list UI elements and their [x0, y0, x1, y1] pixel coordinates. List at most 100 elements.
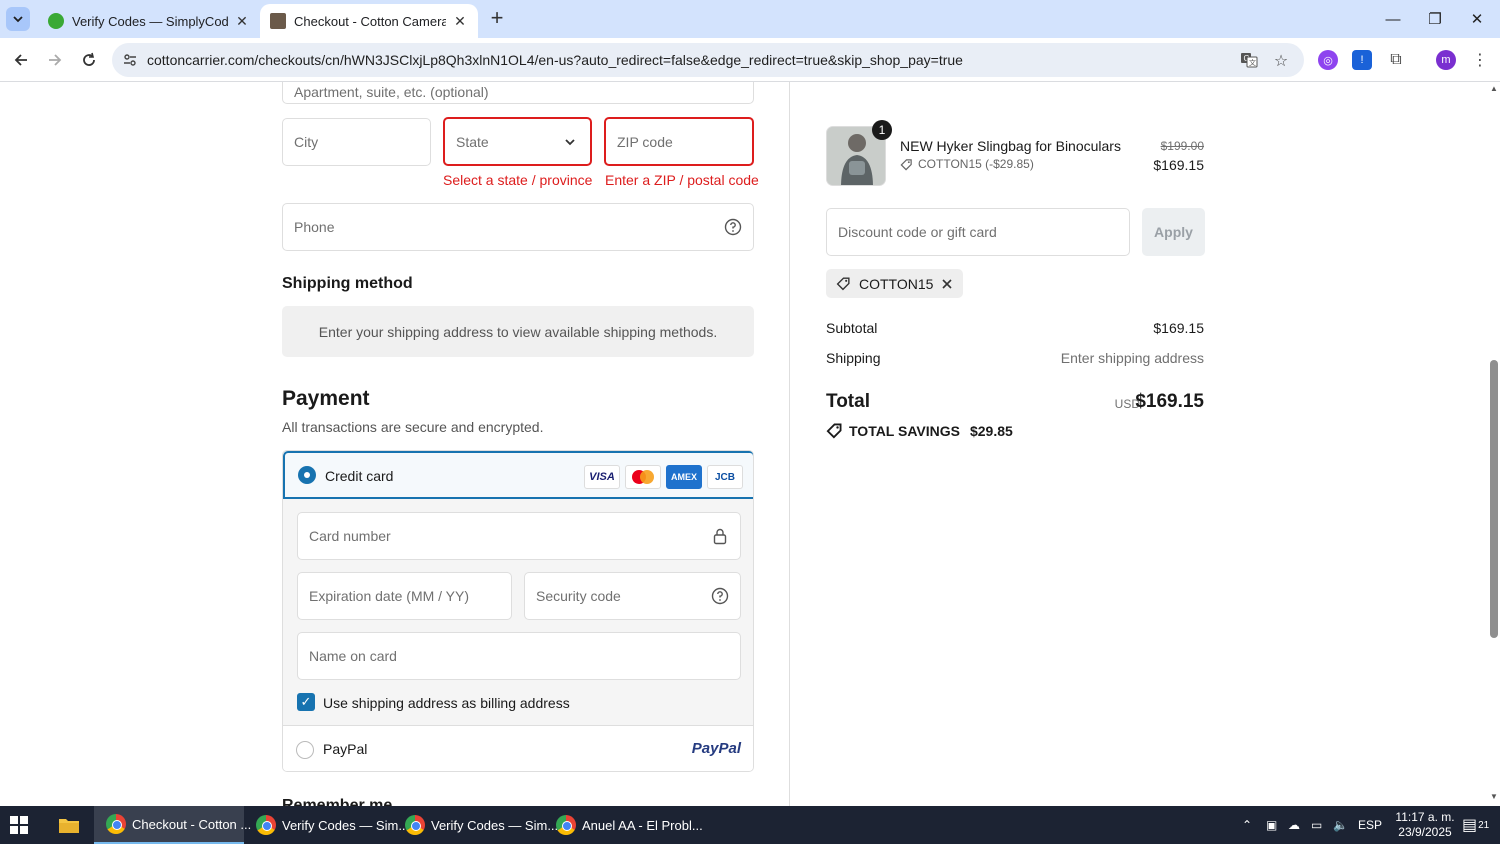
tab-title: Verify Codes — SimplyCodes [72, 13, 228, 29]
state-select[interactable]: State [443, 117, 592, 166]
credit-card-radio[interactable] [298, 466, 316, 484]
payment-methods: Credit card VISA AMEX JCB Card number Ex… [282, 450, 754, 772]
address-bar[interactable]: cottoncarrier.com/checkouts/cn/hWN3JSClx… [112, 43, 1304, 77]
help-icon[interactable] [711, 587, 729, 605]
city-placeholder: City [294, 134, 319, 150]
browser-tabstrip: Verify Codes — SimplyCodes ✕ Checkout - … [0, 0, 1500, 38]
product-discount-text: COTTON15 (-$29.85) [918, 157, 1034, 171]
taskbar-item-verify-2[interactable]: Verify Codes — Sim... [405, 806, 558, 844]
chrome-icon [405, 815, 425, 835]
language-indicator[interactable]: ESP [1358, 806, 1382, 844]
chrome-icon [256, 815, 276, 835]
translate-icon[interactable]: G文 [1240, 51, 1258, 69]
zip-field[interactable]: ZIP code [604, 117, 754, 166]
scrollbar-thumb[interactable] [1490, 360, 1498, 638]
tag-icon [836, 277, 850, 291]
close-icon[interactable]: ✕ [234, 13, 250, 30]
notifications-button[interactable]: ▤ 21 [1462, 806, 1489, 844]
paypal-option[interactable]: PayPal PayPal [283, 725, 753, 771]
star-icon[interactable]: ☆ [1272, 51, 1290, 70]
extension-copilot-icon[interactable]: ◎ [1318, 50, 1338, 70]
total-savings: TOTAL SAVINGS $29.85 [826, 422, 1013, 439]
minimize-button[interactable]: — [1370, 0, 1416, 38]
city-field[interactable]: City [282, 118, 431, 166]
paypal-radio[interactable] [296, 741, 314, 759]
taskbar-item-music[interactable]: Anuel AA - El Probl... [556, 806, 703, 844]
tray-overflow-icon[interactable]: ⌃ [1242, 806, 1252, 844]
taskbar-item-checkout[interactable]: Checkout - Cotton ... [94, 806, 251, 844]
billing-address-checkbox[interactable]: ✓ [297, 693, 315, 711]
taskbar-item-verify-1[interactable]: Verify Codes — Sim... [254, 806, 409, 844]
tab-search-button[interactable] [6, 7, 30, 31]
volume-icon[interactable]: 🔈 [1333, 806, 1348, 844]
network-icon[interactable]: ▭ [1311, 806, 1322, 844]
name-on-card-field[interactable]: Name on card [297, 632, 741, 680]
state-placeholder: State [456, 133, 489, 150]
zip-placeholder: ZIP code [617, 133, 673, 150]
product-name: NEW Hyker Slingbag for Binoculars [900, 138, 1121, 154]
total-value: $169.15 [1135, 391, 1204, 412]
windows-taskbar: Checkout - Cotton ... Verify Codes — Sim… [0, 806, 1500, 844]
notification-icon: ▤ [1462, 817, 1478, 834]
close-icon[interactable] [941, 278, 953, 290]
payment-subtitle: All transactions are secure and encrypte… [282, 419, 544, 435]
scroll-up-arrow-icon[interactable]: ▲ [1489, 84, 1499, 93]
site-info-icon[interactable] [122, 52, 138, 68]
security-code-field[interactable]: Security code [524, 572, 741, 620]
scroll-down-arrow-icon[interactable]: ▼ [1489, 792, 1499, 801]
apply-button[interactable]: Apply [1142, 208, 1205, 256]
quantity-badge: 1 [872, 120, 892, 140]
security-code-placeholder: Security code [536, 588, 621, 604]
total-label: Total [826, 391, 870, 412]
card-number-field[interactable]: Card number [297, 512, 741, 560]
apartment-placeholder: Apartment, suite, etc. (optional) [294, 84, 489, 100]
close-icon[interactable]: ✕ [452, 13, 468, 30]
profile-avatar[interactable]: m [1436, 50, 1456, 70]
name-on-card-placeholder: Name on card [309, 648, 397, 664]
arrow-left-icon [14, 54, 27, 66]
file-explorer-button[interactable] [58, 806, 82, 844]
amex-icon: AMEX [666, 465, 702, 489]
notification-count: 21 [1478, 819, 1490, 831]
arrow-right-icon [49, 54, 62, 66]
credit-card-label: Credit card [325, 468, 394, 484]
onedrive-icon[interactable]: ☁ [1288, 806, 1300, 844]
simplycodes-favicon-icon [48, 13, 64, 29]
discount-code-input[interactable]: Discount code or gift card [826, 208, 1130, 256]
paypal-logo: PayPal [692, 740, 741, 757]
browser-menu-icon[interactable]: ⋮ [1470, 50, 1490, 70]
clock-date: 23/9/2025 [1398, 825, 1452, 839]
apartment-field[interactable]: Apartment, suite, etc. (optional) [282, 82, 754, 104]
new-tab-button[interactable]: + [485, 7, 509, 31]
restore-button[interactable]: ❐ [1412, 0, 1458, 38]
tab-simplycodes[interactable]: Verify Codes — SimplyCodes ✕ [38, 4, 260, 38]
forward-button[interactable] [42, 47, 68, 73]
taskbar-item-label: Anuel AA - El Probl... [582, 817, 703, 833]
back-button[interactable] [8, 47, 34, 73]
reload-icon [83, 52, 95, 66]
close-window-button[interactable]: ✕ [1454, 0, 1500, 38]
tab-checkout[interactable]: Checkout - Cotton Camera Carr ✕ [260, 4, 478, 38]
subtotal-label: Subtotal [826, 320, 878, 336]
shipping-method-heading: Shipping method [282, 275, 413, 292]
product-discount: COTTON15 (-$29.85) [900, 157, 1034, 171]
clock[interactable]: 11:17 a. m. 23/9/2025 [1390, 806, 1460, 844]
remember-me-heading: Remember me [282, 797, 393, 806]
folder-icon [59, 819, 79, 833]
extension-shield-icon[interactable]: ! [1352, 50, 1372, 70]
lock-icon [711, 527, 729, 545]
help-icon[interactable] [724, 218, 742, 236]
meet-now-icon[interactable]: ▣ [1266, 806, 1277, 844]
taskbar-item-label: Verify Codes — Sim... [431, 817, 559, 833]
state-error: Select a state / province [443, 172, 593, 188]
extensions-puzzle-icon[interactable]: ⧉ [1386, 50, 1406, 70]
expiration-field[interactable]: Expiration date (MM / YY) [297, 572, 512, 620]
reload-button[interactable] [76, 47, 102, 73]
phone-field[interactable]: Phone [282, 203, 754, 251]
shipping-value: Enter shipping address [1060, 350, 1204, 366]
column-divider [789, 82, 790, 806]
phone-placeholder: Phone [294, 219, 335, 235]
credit-card-option[interactable]: Credit card VISA AMEX JCB [283, 451, 753, 499]
windows-logo-icon [10, 816, 28, 834]
start-button[interactable] [10, 806, 36, 844]
